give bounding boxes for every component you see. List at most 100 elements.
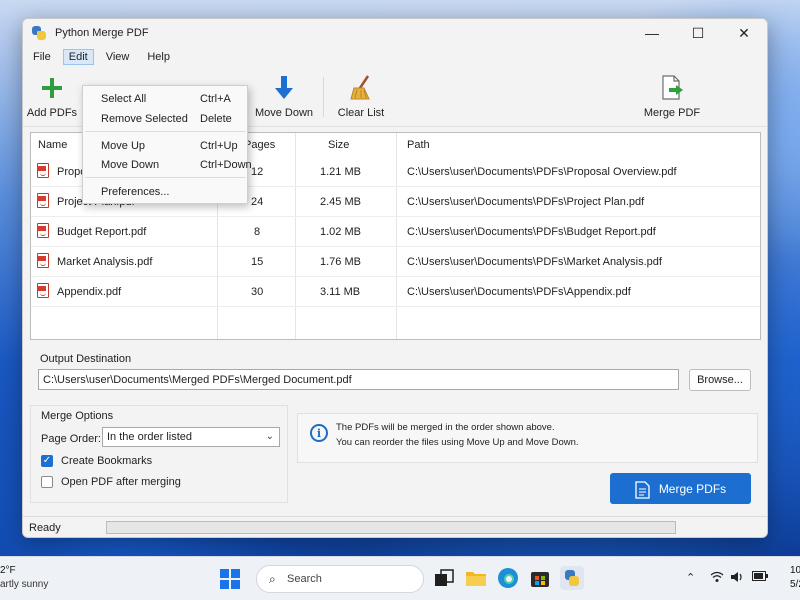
python-app-icon[interactable]: [560, 566, 584, 590]
cell-pages: 8: [254, 226, 261, 238]
status-bar: Ready: [23, 516, 767, 537]
header-name[interactable]: Name: [38, 139, 67, 151]
progress-bar: [106, 521, 676, 534]
volume-icon[interactable]: [730, 571, 744, 586]
menu-move-up[interactable]: Move Up Ctrl+Up: [83, 135, 247, 155]
clock-date[interactable]: 5/2: [790, 579, 800, 590]
menu-help[interactable]: Help: [141, 49, 176, 65]
info-panel: i The PDFs will be merged in the order s…: [297, 413, 758, 463]
table-row[interactable]: Market Analysis.pdf 15 1.76 MB C:\Users\…: [31, 247, 760, 277]
open-after-merge-checkbox[interactable]: [41, 476, 53, 488]
create-bookmarks-checkbox[interactable]: ✓: [41, 455, 53, 467]
search-icon: ⌕: [269, 572, 276, 586]
menu-select-all[interactable]: Select All Ctrl+A: [83, 88, 247, 108]
open-after-merge-label[interactable]: Open PDF after merging: [61, 476, 181, 488]
page-order-select[interactable]: In the order listed ⌄: [102, 427, 280, 447]
arrow-down-icon: [275, 73, 293, 103]
menu-item-shortcut: Delete: [200, 113, 232, 125]
header-size[interactable]: Size: [328, 139, 349, 151]
move-down-label: Move Down: [254, 107, 314, 119]
menu-item-label: Select All: [101, 93, 147, 105]
page-order-value: In the order listed: [107, 431, 192, 443]
search-placeholder: Search: [287, 573, 322, 585]
merge-pdf-toolbar-button[interactable]: Merge PDF: [637, 73, 707, 119]
menu-remove-selected[interactable]: Remove Selected Delete: [83, 108, 247, 128]
menu-bar: File Edit View Help: [23, 47, 767, 67]
page-order-label: Page Order:: [41, 433, 101, 445]
cell-pages: 15: [251, 256, 264, 268]
cell-name: Budget Report.pdf: [57, 226, 147, 238]
toolbar-separator: [323, 77, 324, 117]
taskbar-search[interactable]: ⌕ Search: [256, 565, 424, 593]
cell-size: 1.02 MB: [320, 226, 361, 238]
merge-pdfs-button[interactable]: Merge PDFs: [610, 473, 751, 504]
weather-temperature[interactable]: 2°F: [0, 565, 16, 576]
maximize-button[interactable]: ☐: [675, 19, 721, 47]
menu-item-label: Move Down: [101, 159, 160, 171]
info-icon: i: [310, 424, 328, 442]
menu-item-shortcut: Ctrl+Up: [200, 140, 238, 152]
clear-list-button[interactable]: Clear List: [326, 73, 396, 119]
close-button[interactable]: ✕: [721, 19, 767, 47]
menu-view[interactable]: View: [100, 49, 136, 65]
menu-file[interactable]: File: [27, 49, 57, 65]
table-row[interactable]: Budget Report.pdf 8 1.02 MB C:\Users\use…: [31, 217, 760, 247]
menu-move-down[interactable]: Move Down Ctrl+Down: [83, 154, 252, 174]
create-bookmarks-label[interactable]: Create Bookmarks: [61, 455, 152, 467]
cell-size: 3.11 MB: [320, 286, 361, 298]
pdf-file-icon: [37, 253, 49, 268]
add-pdfs-label: Add PDFs: [26, 107, 78, 119]
cell-path: C:\Users\user\Documents\PDFs\Project Pla…: [407, 196, 645, 208]
chevron-down-icon: ⌄: [265, 431, 274, 442]
clock-time[interactable]: 10: [790, 565, 800, 576]
menu-item-shortcut: Ctrl+A: [200, 93, 231, 105]
minimize-button[interactable]: —: [629, 19, 675, 47]
battery-icon[interactable]: [752, 571, 768, 584]
python-logo-icon: [32, 26, 46, 40]
add-pdfs-button[interactable]: Add PDFs: [23, 73, 87, 119]
pdf-file-icon: [37, 163, 49, 178]
file-explorer-icon[interactable]: [464, 566, 488, 590]
pdf-file-icon: [37, 223, 49, 238]
menu-preferences[interactable]: Preferences...: [83, 181, 247, 201]
menu-edit[interactable]: Edit: [62, 49, 94, 65]
cell-path: C:\Users\user\Documents\PDFs\Proposal Ov…: [407, 166, 677, 178]
menu-item-shortcut: Ctrl+Down: [200, 159, 252, 171]
plus-icon: [41, 73, 63, 103]
header-path[interactable]: Path: [407, 139, 430, 151]
weather-description[interactable]: artly sunny: [0, 579, 48, 590]
cell-path: C:\Users\user\Documents\PDFs\Market Anal…: [407, 256, 662, 268]
output-path-input[interactable]: [38, 369, 679, 390]
cell-pages: 24: [251, 196, 264, 208]
window-title: Python Merge PDF: [55, 27, 149, 39]
browse-button[interactable]: Browse...: [689, 369, 751, 391]
cell-name: Market Analysis.pdf: [57, 256, 153, 268]
edit-menu-dropdown: Select All Ctrl+A Remove Selected Delete…: [82, 85, 252, 204]
merge-pdf-toolbar-label: Merge PDF: [643, 107, 701, 119]
cell-pages: 12: [251, 166, 264, 178]
taskbar: 2°F artly sunny ⌕ Search ⌃ 10 5/2: [0, 556, 800, 600]
menu-separator: [85, 131, 246, 132]
edge-browser-icon[interactable]: [496, 566, 520, 590]
status-text: Ready: [29, 522, 61, 534]
menu-item-label: Move Up: [101, 140, 146, 152]
start-windows-icon[interactable]: [220, 569, 240, 589]
menu-separator: [85, 177, 246, 178]
cell-path: C:\Users\user\Documents\PDFs\Budget Repo…: [407, 226, 656, 238]
app-window: Python Merge PDF — ☐ ✕ File Edit View He…: [22, 18, 768, 538]
broom-icon: [349, 73, 373, 103]
table-row[interactable]: Appendix.pdf 30 3.11 MB C:\Users\user\Do…: [31, 277, 760, 307]
info-line-2: You can reorder the files using Move Up …: [336, 437, 579, 448]
merge-pdfs-label: Merge PDFs: [658, 481, 727, 496]
chevron-up-icon[interactable]: ⌃: [686, 571, 695, 584]
output-destination-label: Output Destination: [40, 353, 132, 365]
move-down-button[interactable]: Move Down: [249, 73, 319, 119]
task-view-icon[interactable]: [432, 566, 456, 590]
wifi-icon[interactable]: [710, 571, 724, 586]
cell-size: 2.45 MB: [320, 196, 361, 208]
pdf-file-icon: [37, 193, 49, 208]
store-icon[interactable]: [528, 566, 552, 590]
header-pages[interactable]: Pages: [244, 139, 275, 151]
merge-options-title: Merge Options: [41, 410, 114, 422]
cell-size: 1.76 MB: [320, 256, 361, 268]
